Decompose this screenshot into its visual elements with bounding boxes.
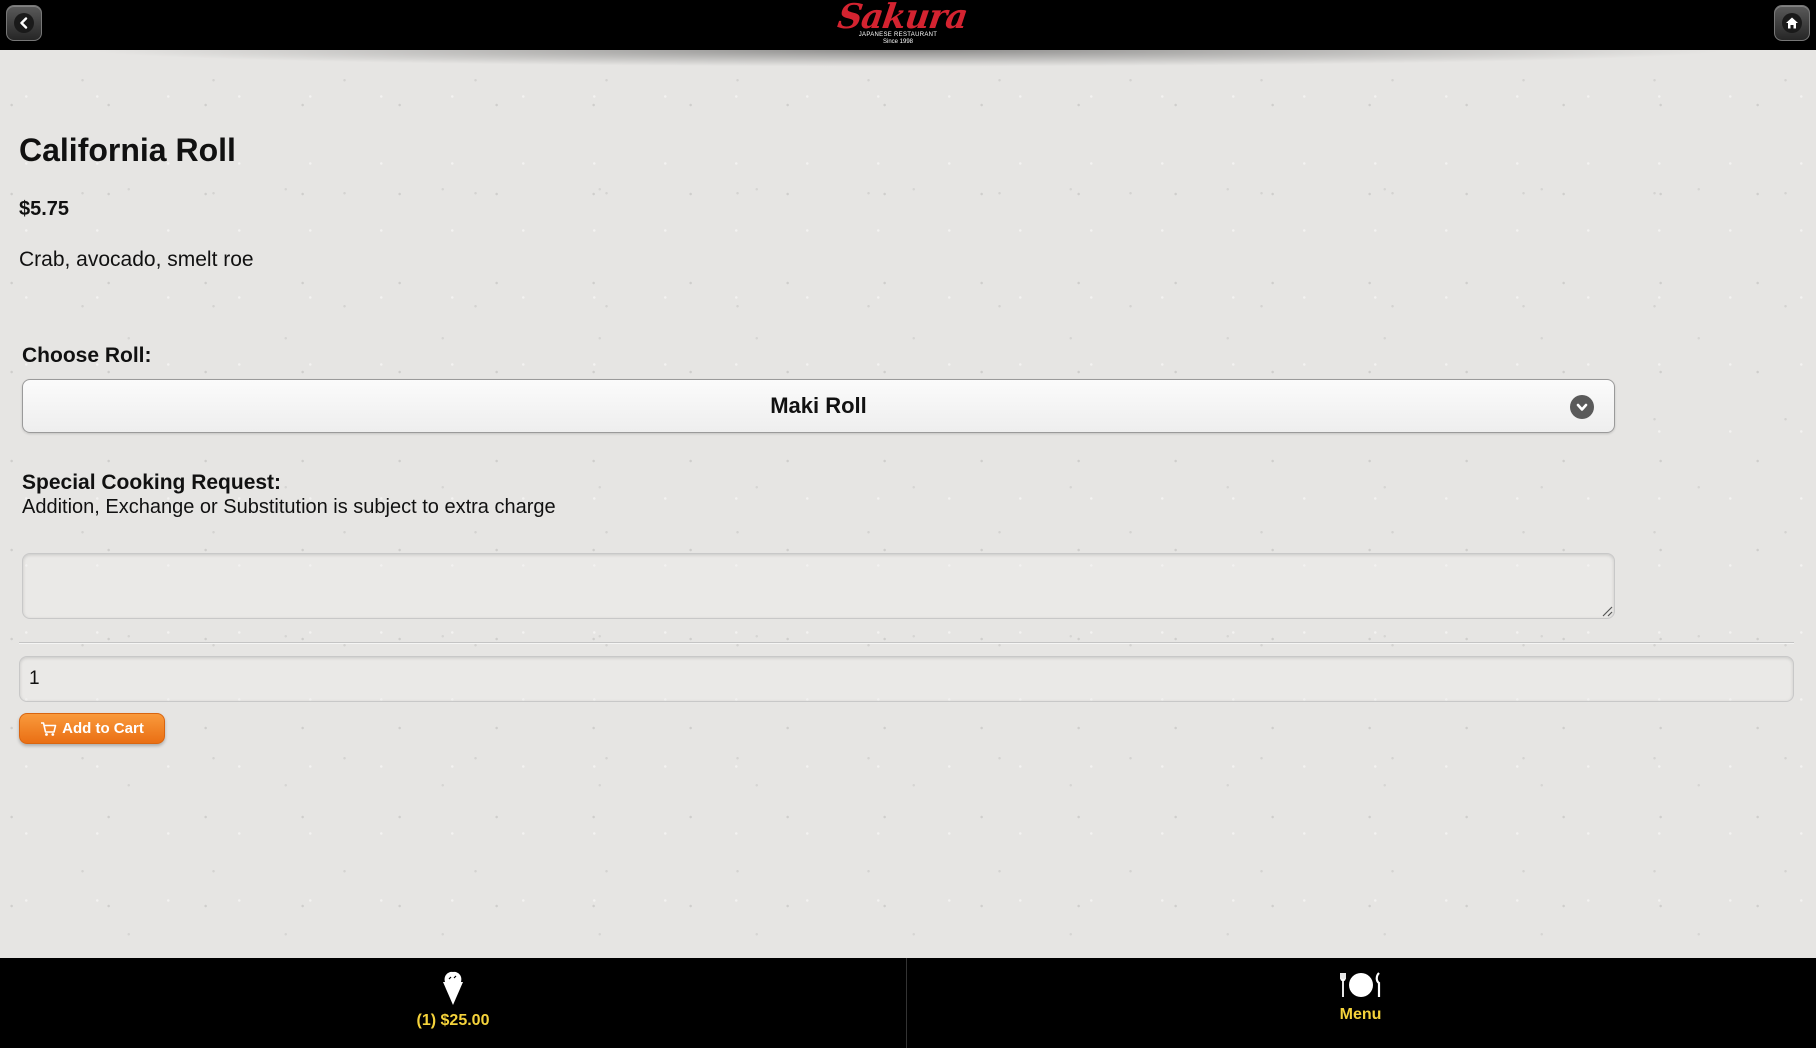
roll-select[interactable]: Maki Roll	[22, 379, 1615, 433]
add-to-cart-button[interactable]: Add to Cart	[19, 713, 165, 744]
back-button[interactable]	[6, 5, 42, 41]
resize-grip-icon[interactable]	[1601, 605, 1613, 617]
quantity-input[interactable]	[19, 656, 1794, 702]
logo-wordmark: Sakura	[835, 0, 970, 37]
item-title: California Roll	[19, 132, 236, 168]
menu-label: Menu	[1339, 1006, 1382, 1023]
cart-icon	[41, 721, 57, 736]
top-header: Sakura JAPANESE RESTAURANT Since 1998	[0, 0, 1816, 50]
bottom-nav: (1) $25.00 Menu	[0, 958, 1816, 1048]
item-description: Crab, avocado, smelt roe	[19, 248, 254, 271]
chevron-down-icon	[1570, 395, 1594, 419]
roll-select-value: Maki Roll	[770, 393, 867, 418]
menu-tab[interactable]: Menu	[907, 958, 1814, 1048]
item-price: $5.75	[19, 198, 70, 220]
plate-cutlery-icon	[1339, 972, 1380, 997]
chevron-left-icon	[14, 13, 34, 33]
special-request-label: Special Cooking Request:	[22, 471, 282, 494]
header-shadow	[0, 50, 1816, 72]
home-button[interactable]	[1774, 5, 1810, 41]
special-request-note: Addition, Exchange or Substitution is su…	[22, 496, 556, 518]
ice-cream-cone-icon	[443, 971, 463, 1005]
add-to-cart-label: Add to Cart	[62, 720, 144, 737]
cart-summary-label: (1) $25.00	[416, 1012, 490, 1029]
logo-since: Since 1998	[882, 39, 914, 45]
special-request-textarea[interactable]	[22, 553, 1615, 619]
choose-roll-label: Choose Roll:	[22, 344, 152, 367]
divider	[19, 642, 1794, 643]
home-icon	[1782, 13, 1802, 33]
sakura-logo: Sakura JAPANESE RESTAURANT Since 1998	[835, 0, 970, 50]
cart-summary-tab[interactable]: (1) $25.00	[0, 958, 907, 1048]
